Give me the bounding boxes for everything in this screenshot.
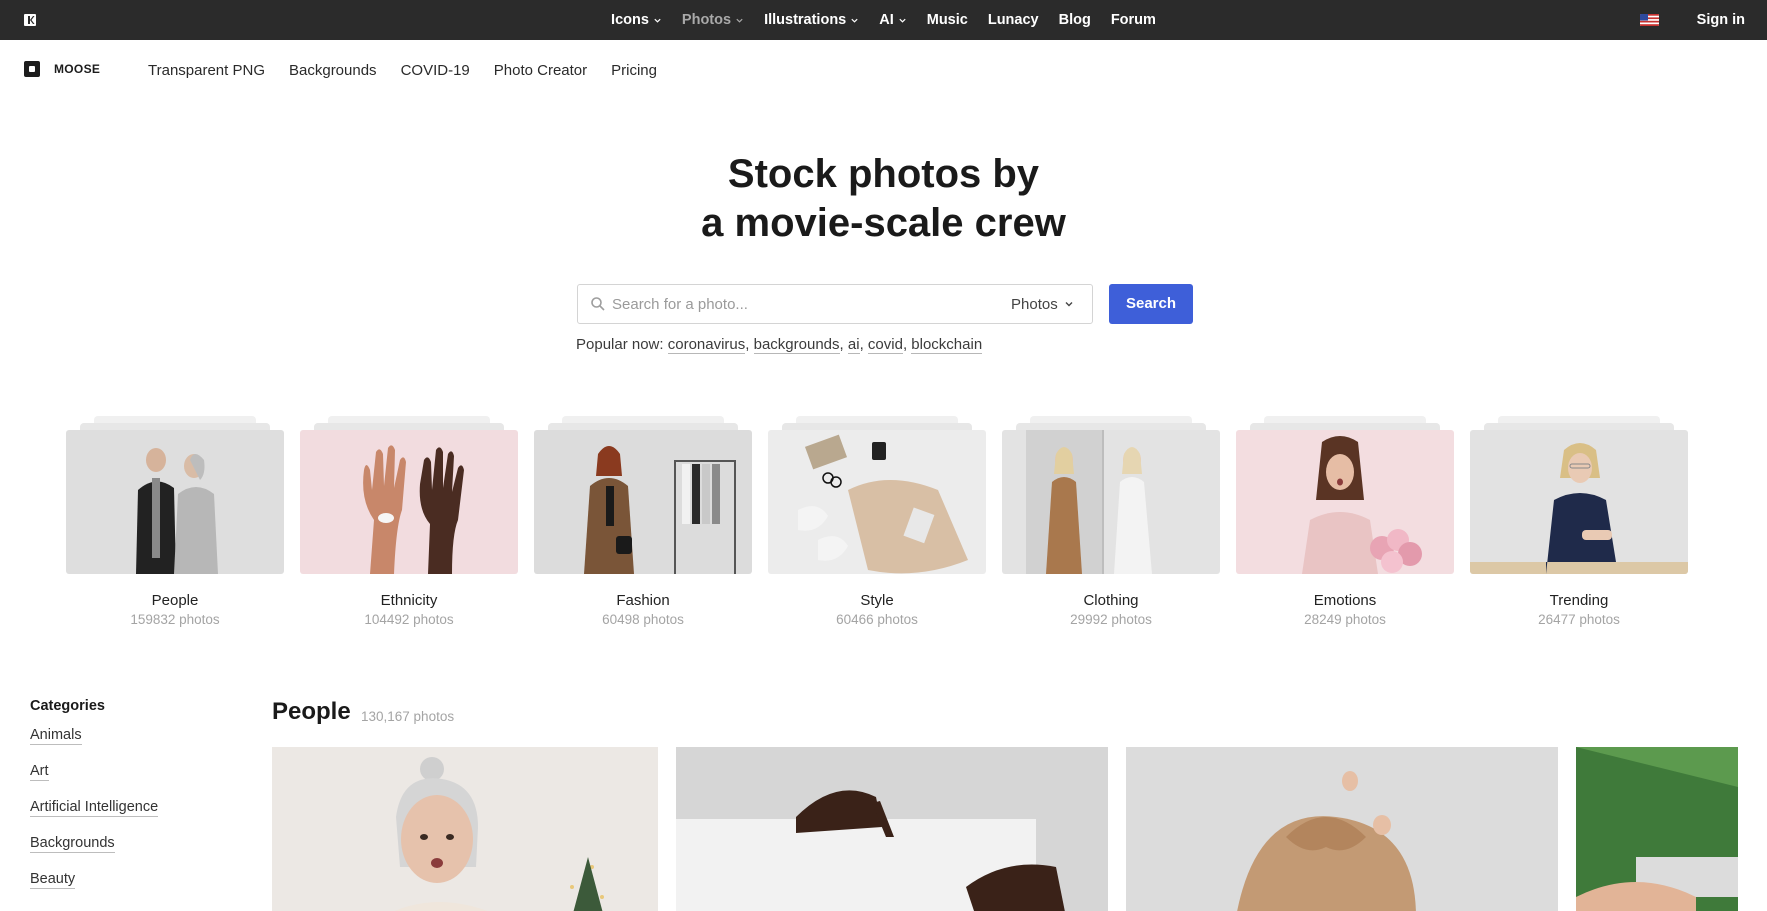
photo-tile[interactable] [272, 747, 658, 911]
category-name: Trending [1549, 592, 1609, 609]
popular-link-coronavirus[interactable]: coronavirus [667, 336, 746, 354]
category-count: 60498 photos [602, 612, 684, 627]
category-thumbnail-clothing [1002, 430, 1220, 574]
nav-blog[interactable]: Blog [1049, 0, 1101, 40]
chevron-down-icon [851, 18, 858, 23]
section-title: People [272, 698, 351, 725]
search-input[interactable] [612, 285, 952, 323]
category-card-clothing[interactable]: Clothing 29992 photos [1002, 416, 1220, 636]
sidebar-item-beauty[interactable]: Beauty [30, 870, 76, 889]
nav-forum-label: Forum [1110, 12, 1156, 28]
category-thumbnail-trending [1470, 430, 1688, 574]
nav-icons-label: Icons [611, 12, 649, 28]
nav-ai-label: AI [879, 12, 894, 28]
search-button[interactable]: Search [1109, 284, 1193, 324]
categories-sidebar: Categories Animals Art Artificial Intell… [30, 698, 230, 906]
brand-name[interactable]: MOOSE [54, 62, 100, 76]
photo-tile[interactable] [1126, 747, 1558, 911]
popular-link-backgrounds[interactable]: backgrounds [753, 336, 840, 354]
search-type-dropdown[interactable]: Photos [1011, 285, 1074, 323]
chevron-down-icon [1065, 302, 1073, 307]
popular-link-blockchain[interactable]: blockchain [911, 336, 983, 354]
category-thumbnail-ethnicity [300, 430, 518, 574]
category-name: Style [860, 592, 894, 609]
category-name: Fashion [616, 592, 670, 609]
hero-title-line1: Stock photos by [727, 152, 1040, 196]
popular-searches: Popular now: coronavirus, backgrounds, a… [576, 336, 983, 354]
nav-lunacy-label: Lunacy [987, 12, 1039, 28]
hero-title: Stock photos by a movie-scale crew [0, 150, 1767, 248]
category-name: Ethnicity [380, 592, 438, 609]
nav-ai[interactable]: AI [869, 0, 917, 40]
secondary-nav: MOOSE Transparent PNG Backgrounds COVID-… [0, 40, 1767, 100]
category-card-people[interactable]: People 159832 photos [66, 416, 284, 636]
chevron-down-icon [736, 18, 743, 23]
nav-icons[interactable]: Icons [601, 0, 672, 40]
photo-tile[interactable] [1576, 747, 1738, 911]
nav-illustrations-label: Illustrations [764, 12, 847, 28]
search-icon [591, 297, 605, 311]
sidebar-item-art[interactable]: Art [30, 762, 49, 781]
search-type-label: Photos [1011, 295, 1058, 313]
search-box: Photos [577, 284, 1093, 324]
subnav-link-transparent-png[interactable]: Transparent PNG [148, 62, 265, 79]
hero-title-line2: a movie-scale crew [701, 201, 1066, 245]
category-thumbnail-people [66, 430, 284, 574]
us-flag-icon[interactable] [1640, 14, 1659, 26]
sidebar-item-backgrounds[interactable]: Backgrounds [30, 834, 115, 853]
category-card-trending[interactable]: Trending 26477 photos [1470, 416, 1688, 636]
top-navigation-bar: Icons Photos Illustrations AI Music Luna… [0, 0, 1767, 40]
nav-lunacy[interactable]: Lunacy [978, 0, 1049, 40]
subnav-link-backgrounds[interactable]: Backgrounds [289, 62, 377, 79]
nav-music[interactable]: Music [917, 0, 978, 40]
sign-in-link[interactable]: Sign in [1697, 0, 1745, 40]
sidebar-heading: Categories [30, 698, 105, 714]
subnav-link-covid[interactable]: COVID-19 [401, 62, 470, 79]
photo-tile[interactable] [676, 747, 1108, 911]
sidebar-item-animals[interactable]: Animals [30, 726, 82, 745]
category-count: 104492 photos [364, 612, 454, 627]
category-name: Clothing [1083, 592, 1139, 609]
category-card-fashion[interactable]: Fashion 60498 photos [534, 416, 752, 636]
popular-link-ai[interactable]: ai [847, 336, 860, 354]
category-name: Emotions [1313, 592, 1377, 609]
category-thumbnail-style [768, 430, 986, 574]
subnav-link-photo-creator[interactable]: Photo Creator [494, 62, 587, 79]
nav-photos[interactable]: Photos [672, 0, 754, 40]
nav-blog-label: Blog [1058, 12, 1091, 28]
secondary-nav-links: Transparent PNG Backgrounds COVID-19 Pho… [148, 40, 657, 100]
category-count: 26477 photos [1538, 612, 1620, 627]
category-cards: People 159832 photos Ethnicity 104492 ph… [66, 416, 1690, 636]
category-thumbnail-emotions [1236, 430, 1454, 574]
top-nav-menu: Icons Photos Illustrations AI Music Luna… [0, 0, 1767, 40]
popular-label: Popular now: [576, 336, 664, 353]
category-card-ethnicity[interactable]: Ethnicity 104492 photos [300, 416, 518, 636]
category-count: 159832 photos [130, 612, 220, 627]
category-count: 28249 photos [1304, 612, 1386, 627]
category-card-emotions[interactable]: Emotions 28249 photos [1236, 416, 1454, 636]
nav-photos-label: Photos [681, 12, 732, 28]
nav-forum[interactable]: Forum [1101, 0, 1166, 40]
nav-music-label: Music [926, 12, 968, 28]
category-count: 29992 photos [1070, 612, 1152, 627]
category-thumbnail-fashion [534, 430, 752, 574]
section-count: 130,167 photos [361, 709, 455, 724]
category-card-style[interactable]: Style 60466 photos [768, 416, 986, 636]
subnav-link-pricing[interactable]: Pricing [611, 62, 657, 79]
category-count: 60466 photos [836, 612, 918, 627]
popular-link-covid[interactable]: covid [867, 336, 903, 354]
category-name: People [151, 592, 199, 609]
chevron-down-icon [899, 18, 906, 23]
sidebar-item-artificial-intelligence[interactable]: Artificial Intelligence [30, 798, 159, 817]
nav-illustrations[interactable]: Illustrations [754, 0, 869, 40]
moose-logo-icon[interactable] [24, 61, 40, 77]
chevron-down-icon [654, 18, 661, 23]
